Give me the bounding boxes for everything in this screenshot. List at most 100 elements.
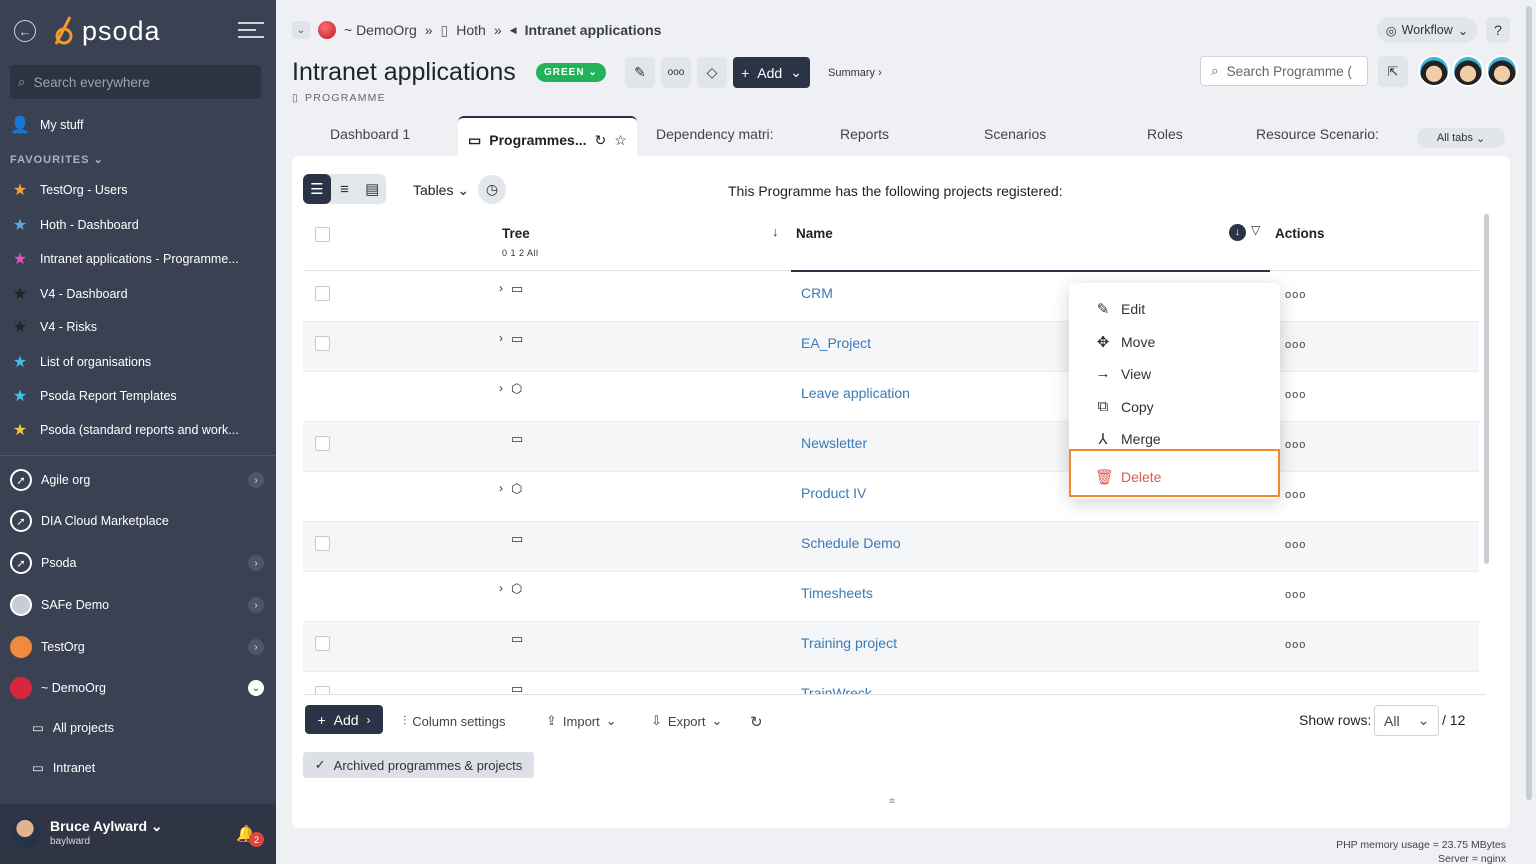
sidebar-item-all-projects[interactable]: ▭ All projects (32, 720, 114, 736)
chevron-right-icon[interactable]: › (248, 597, 264, 613)
list-view-icon[interactable]: ☰ (303, 174, 331, 204)
table-row[interactable]: › ⬡ Product IV ooo (303, 472, 1479, 522)
edit-button[interactable]: ✎ (625, 57, 655, 88)
table-row[interactable]: ▭ Newsletter ooo (303, 422, 1479, 472)
sort-arrow-icon[interactable]: ↓ (772, 224, 779, 239)
history-button[interactable]: ◷ (478, 175, 506, 204)
all-tabs-dropdown[interactable]: All tabs ⌄ (1417, 128, 1505, 148)
summary-link[interactable]: Summary › (828, 67, 882, 79)
org-item[interactable]: SAFe Demo › (10, 590, 268, 620)
tab-scenarios[interactable]: Scenarios (984, 126, 1046, 142)
table-row[interactable]: › ▭ EA_Project ooo (303, 322, 1479, 372)
breadcrumb-org[interactable]: ~ DemoOrg (344, 22, 417, 38)
table-row[interactable]: ▭ Training project ooo (303, 622, 1479, 672)
tab-programmes[interactable]: ▭ Programmes... ↻ ☆ (458, 116, 637, 156)
fav-item[interactable]: ★ V4 - Risks (10, 314, 265, 340)
favourites-header[interactable]: FAVOURITES ⌄ (10, 153, 104, 166)
menu-item-edit[interactable]: ✎ Edit (1095, 300, 1145, 318)
menu-item-copy[interactable]: ⧉ Copy (1095, 398, 1154, 415)
refresh-icon[interactable]: ↻ (750, 713, 763, 731)
row-actions-icon[interactable]: ooo (1285, 589, 1306, 601)
fav-item[interactable]: ★ Psoda (standard reports and work... (10, 417, 265, 443)
row-checkbox[interactable] (315, 336, 330, 351)
project-link[interactable]: Schedule Demo (801, 535, 901, 551)
row-checkbox[interactable] (315, 536, 330, 551)
fav-item[interactable]: ★ TestOrg - Users (10, 177, 265, 203)
table-row[interactable]: › ▭ CRM ooo (303, 272, 1479, 322)
expand-icon[interactable]: › (499, 581, 503, 595)
select-all-checkbox[interactable] (315, 227, 330, 242)
chevron-right-icon[interactable]: › (248, 472, 264, 488)
chevron-right-icon[interactable]: › (248, 639, 264, 655)
avatar[interactable] (1452, 55, 1484, 87)
user-panel[interactable]: Bruce Aylward ⌄ baylward 🔔 (0, 804, 276, 864)
project-link[interactable]: Newsletter (801, 435, 867, 451)
row-actions-icon[interactable]: ooo (1285, 389, 1306, 401)
project-link[interactable]: Timesheets (801, 585, 873, 601)
project-link[interactable]: Product IV (801, 485, 866, 501)
project-link[interactable]: Training project (801, 635, 897, 651)
menu-item-move[interactable]: ✥ Move (1095, 333, 1156, 351)
export-button[interactable]: ⇩ Export ⌄ (651, 713, 722, 729)
column-name[interactable]: Name (796, 226, 833, 241)
add-button[interactable]: + Add ⌄ (733, 57, 810, 88)
row-checkbox[interactable] (315, 286, 330, 301)
chevron-right-icon[interactable]: › (248, 555, 264, 571)
chevron-down-icon[interactable]: ⌄ (292, 21, 310, 39)
filter-icon[interactable]: ▽ (1251, 223, 1260, 237)
row-actions-icon[interactable]: ooo (1285, 489, 1306, 501)
psoda-logo[interactable]: psoda (50, 14, 161, 48)
table-row[interactable]: › ⬡ Leave application ooo (303, 372, 1479, 422)
org-item[interactable]: TestOrg › (10, 632, 268, 662)
tab-resource-scenarios[interactable]: Resource Scenario: (1256, 126, 1379, 142)
fav-item[interactable]: ★ List of organisations (10, 349, 265, 375)
project-link[interactable]: Leave application (801, 385, 910, 401)
row-checkbox[interactable] (315, 436, 330, 451)
row-actions-icon[interactable]: ooo (1285, 339, 1306, 351)
fav-item[interactable]: ★ Hoth - Dashboard (10, 212, 265, 238)
collapse-menu-icon[interactable] (238, 22, 264, 40)
expand-icon[interactable]: › (499, 331, 503, 345)
tab-roles[interactable]: Roles (1147, 126, 1183, 142)
rows-select[interactable]: All ⌄ (1374, 705, 1439, 736)
programme-search-input[interactable]: ⌕ Search Programme ( (1200, 56, 1368, 86)
org-item[interactable]: ~ DemoOrg ⌄ (10, 673, 268, 703)
breadcrumb-parent[interactable]: Hoth (456, 22, 486, 38)
row-actions-icon[interactable]: ooo (1285, 439, 1306, 451)
more-button[interactable]: ooo (661, 57, 691, 88)
project-link[interactable]: TrainWreck (801, 685, 872, 694)
dense-view-icon[interactable]: ▤ (358, 174, 386, 204)
footer-add-button[interactable]: + Add › (305, 705, 383, 734)
table-row[interactable]: › ⬡ Timesheets ooo (303, 572, 1479, 622)
import-button[interactable]: ⇪ Import ⌄ (546, 713, 617, 729)
page-scrollbar[interactable] (1526, 6, 1532, 800)
column-settings-button[interactable]: ⫶ Column settings (403, 713, 505, 729)
table-row[interactable]: ▭ Schedule Demo ooo (303, 522, 1479, 572)
fav-item[interactable]: ★ Intranet applications - Programme... (10, 246, 265, 272)
expand-icon[interactable]: › (499, 381, 503, 395)
back-arrow-icon[interactable]: ← (14, 20, 36, 42)
avatar[interactable] (1418, 55, 1450, 87)
menu-item-merge[interactable]: ⅄ Merge (1095, 430, 1160, 448)
sort-desc-icon[interactable]: ↓ (1229, 224, 1246, 241)
sidebar-item-intranet[interactable]: ▭ Intranet (32, 760, 95, 776)
refresh-icon[interactable]: ↻ (595, 132, 607, 156)
row-actions-icon[interactable]: ooo (1285, 639, 1306, 651)
table-row[interactable]: ▭ TrainWreck (303, 672, 1479, 694)
org-item[interactable]: ➚ Agile org › (10, 465, 268, 495)
avatar[interactable] (1486, 55, 1518, 87)
fav-item[interactable]: ★ V4 - Dashboard (10, 281, 265, 307)
tab-dashboard[interactable]: Dashboard 1 (330, 126, 410, 142)
star-outline-icon[interactable]: ☆ (614, 132, 627, 156)
tables-dropdown[interactable]: Tables ⌄ (413, 182, 469, 199)
row-checkbox[interactable] (315, 636, 330, 651)
share-button[interactable]: ⇱ (1378, 56, 1408, 87)
column-tree[interactable]: Tree (502, 226, 530, 241)
menu-item-delete[interactable]: 🗑 Delete (1095, 468, 1161, 486)
compact-view-icon[interactable]: ≡ (331, 174, 359, 204)
workflow-button[interactable]: ◎ Workflow ⌄ (1377, 17, 1477, 43)
menu-item-view[interactable]: → View (1095, 365, 1152, 382)
row-actions-icon[interactable]: ooo (1285, 539, 1306, 551)
status-badge[interactable]: GREEN ⌄ (536, 63, 606, 82)
expand-icon[interactable]: › (499, 481, 503, 495)
